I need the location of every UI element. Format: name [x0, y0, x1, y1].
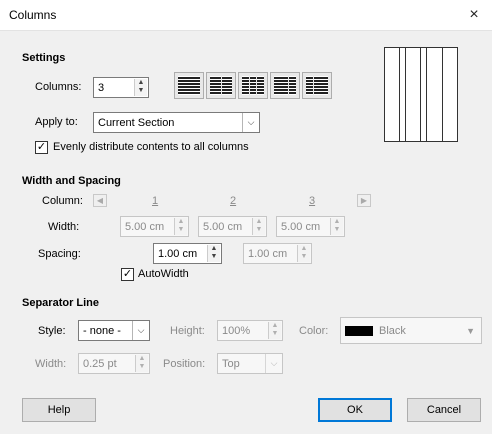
separator-heading: Separator Line [22, 297, 100, 309]
spacing-column-2[interactable]: 1.00 cm ▲ ▼ [243, 243, 312, 264]
preset-left-wide[interactable] [270, 72, 300, 99]
column-number-3: 3 [309, 195, 316, 207]
separator-width-spin-icon[interactable]: ▲ ▼ [135, 355, 148, 372]
spacing-label: Spacing: [38, 248, 81, 260]
position-value: Top [222, 357, 240, 370]
chevron-down-icon: ⌵ [265, 354, 282, 373]
autowidth-label: AutoWidth [138, 268, 189, 280]
chevron-down-icon: ⌵ [242, 113, 259, 132]
color-swatch [345, 325, 373, 336]
title-bar: Columns × [0, 0, 492, 30]
preset-2-columns[interactable] [206, 72, 236, 99]
close-icon[interactable]: × [462, 3, 486, 27]
apply-to-label: Apply to: [35, 116, 78, 128]
width-spacing-heading: Width and Spacing [22, 175, 121, 187]
ok-button[interactable]: OK [318, 398, 392, 422]
autowidth-checkbox[interactable]: ✓ [121, 268, 134, 281]
color-dropdown[interactable]: Black ▼ [340, 317, 482, 344]
chevron-down-icon: ▼ [466, 326, 475, 336]
spacing-2-spin-icon[interactable]: ▲ ▼ [297, 245, 310, 262]
separator-width-spinbox[interactable]: 0.25 pt ▲ ▼ [78, 353, 150, 374]
color-value: Black [379, 324, 406, 337]
column-preview [384, 47, 458, 142]
columns-label: Columns: [35, 81, 82, 93]
width-column-3[interactable]: 5.00 cm ▲ ▼ [276, 216, 345, 237]
column-number-2: 2 [230, 195, 237, 207]
help-button[interactable]: Help [22, 398, 96, 422]
preset-3-columns[interactable] [238, 72, 268, 99]
height-label: Height: [170, 325, 205, 337]
columns-spin-icon[interactable]: ▲ ▼ [134, 79, 147, 96]
apply-to-dropdown[interactable]: Current Section ⌵ [93, 112, 260, 133]
spacing-column-1[interactable]: 1.00 cm ▲ ▼ [153, 243, 222, 264]
settings-heading: Settings [22, 52, 66, 64]
cancel-button[interactable]: Cancel [407, 398, 481, 422]
position-label: Position: [163, 358, 206, 370]
height-spinbox[interactable]: 100% ▲ ▼ [217, 320, 283, 341]
position-dropdown[interactable]: Top ⌵ [217, 353, 283, 374]
width-label: Width: [48, 221, 80, 233]
evenly-distribute-label: Evenly distribute contents to all column… [53, 141, 249, 153]
width-column-1[interactable]: 5.00 cm ▲ ▼ [120, 216, 189, 237]
width-1-spin-icon[interactable]: ▲ ▼ [174, 218, 187, 235]
column-label: Column: [42, 195, 83, 207]
style-value: - none - [83, 324, 121, 337]
apply-to-value: Current Section [98, 116, 175, 129]
width-column-2[interactable]: 5.00 cm ▲ ▼ [198, 216, 267, 237]
evenly-distribute-checkbox[interactable]: ✓ [35, 141, 48, 154]
preset-1-column[interactable] [174, 72, 204, 99]
columns-value: 3 [98, 81, 105, 94]
spacing-1-spin-icon[interactable]: ▲ ▼ [207, 245, 220, 262]
columns-spinbox[interactable]: 3 ▲ ▼ [93, 77, 149, 98]
style-label: Style: [38, 325, 66, 337]
column-right-arrow-icon[interactable]: ▶ [357, 194, 371, 207]
height-spin-icon[interactable]: ▲ ▼ [268, 322, 281, 339]
chevron-down-icon: ⌵ [132, 321, 149, 340]
column-left-arrow-icon[interactable]: ◀ [93, 194, 107, 207]
width-2-spin-icon[interactable]: ▲ ▼ [252, 218, 265, 235]
preset-right-wide[interactable] [302, 72, 332, 99]
separator-width-label: Width: [35, 358, 67, 370]
color-label: Color: [299, 325, 329, 337]
width-3-spin-icon[interactable]: ▲ ▼ [330, 218, 343, 235]
dialog-title: Columns [9, 8, 57, 22]
column-number-1: 1 [152, 195, 159, 207]
style-dropdown[interactable]: - none - ⌵ [78, 320, 150, 341]
